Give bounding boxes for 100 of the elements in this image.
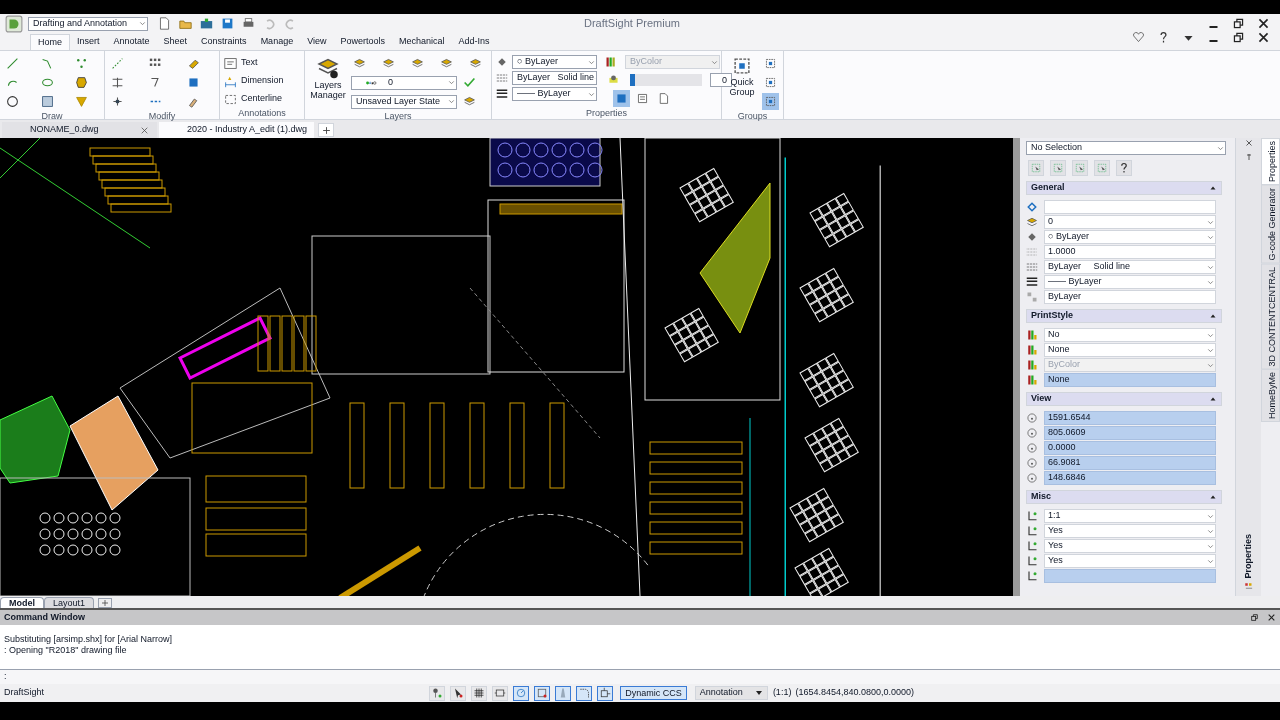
side-tab[interactable]: Properties bbox=[1261, 138, 1280, 186]
group-toggle-button[interactable] bbox=[762, 93, 779, 110]
app-logo-icon bbox=[5, 14, 23, 33]
ribbon-tab[interactable]: Sheet bbox=[156, 34, 195, 50]
hatch-icon bbox=[40, 95, 54, 108]
property-dropdown[interactable]: Yes bbox=[1044, 524, 1216, 538]
property-dropdown[interactable]: Yes bbox=[1044, 539, 1216, 553]
scale-icon bbox=[187, 76, 200, 89]
ribbon-tab[interactable]: Add-Ins bbox=[451, 34, 497, 50]
command-window-header: Command Window bbox=[0, 608, 1280, 625]
line-weight-dropdown[interactable]: —— ByLayer bbox=[512, 87, 597, 101]
property-dropdown[interactable]: ByLayer Solid line bbox=[1044, 260, 1216, 274]
side-tab[interactable]: HomeByMe bbox=[1261, 369, 1280, 423]
property-field[interactable]: 66.9081 bbox=[1044, 456, 1216, 470]
property-field[interactable] bbox=[1044, 200, 1216, 214]
property-field[interactable] bbox=[1044, 569, 1216, 583]
circle-toggle-button[interactable] bbox=[513, 685, 530, 701]
section-header[interactable]: View bbox=[1026, 392, 1222, 406]
section-header[interactable]: Misc bbox=[1026, 490, 1222, 504]
ribbon-tab[interactable]: Powertools bbox=[333, 34, 393, 50]
heart-icon bbox=[1132, 31, 1145, 44]
select-cycle-button[interactable] bbox=[1028, 160, 1044, 176]
help-button[interactable] bbox=[1116, 160, 1132, 176]
new-tab-button[interactable] bbox=[318, 123, 334, 137]
wedge-toggle-button[interactable] bbox=[555, 685, 572, 701]
ribbon-tab[interactable]: Insert bbox=[70, 34, 107, 50]
transparency-field[interactable]: 0 bbox=[710, 72, 732, 87]
color-filter-button[interactable] bbox=[613, 90, 630, 107]
property-field[interactable]: 1.0000 bbox=[1044, 245, 1216, 259]
circle-button[interactable] bbox=[4, 93, 21, 110]
ribbon-tab[interactable]: Manage bbox=[253, 34, 301, 50]
centerline-button[interactable]: Centerline bbox=[224, 91, 300, 107]
property-dropdown[interactable]: 1:1 bbox=[1044, 509, 1216, 523]
quick-select-button[interactable] bbox=[1094, 160, 1110, 176]
property-field[interactable]: 1591.6544 bbox=[1044, 411, 1216, 425]
property-dropdown[interactable]: ○ ByLayer bbox=[1044, 230, 1216, 244]
workspace-dropdown[interactable]: Drafting and Annotation bbox=[28, 16, 148, 31]
layers-manager-button[interactable]: Layers Manager bbox=[309, 55, 347, 110]
select-pointer-button[interactable] bbox=[1050, 160, 1066, 176]
group-label: Modify bbox=[148, 110, 176, 122]
property-icon bbox=[1026, 540, 1038, 552]
slider-thumb[interactable] bbox=[630, 73, 635, 86]
ribbon-tab[interactable]: Mechanical bbox=[392, 34, 452, 50]
color-dropdown[interactable]: ○ ByLayer bbox=[512, 55, 597, 69]
line-style-dropdown[interactable]: ByLayer Solid line bbox=[512, 71, 597, 85]
cursor-toggle-button[interactable] bbox=[450, 685, 467, 701]
circle-icon bbox=[6, 95, 19, 108]
property-field[interactable]: 805.0609 bbox=[1044, 426, 1216, 440]
property-icon bbox=[1026, 231, 1038, 243]
layer-state-dropdown[interactable]: Unsaved Layer State bbox=[351, 94, 457, 109]
grid-toggle-button[interactable] bbox=[471, 685, 488, 701]
command-input-field[interactable]: : bbox=[0, 670, 1280, 684]
annotation-scale-dropdown[interactable]: Annotation bbox=[694, 686, 768, 700]
snap-toggle-button[interactable] bbox=[534, 685, 551, 701]
side-tab[interactable]: G-code Generator bbox=[1261, 185, 1280, 264]
corner-toggle-button[interactable] bbox=[576, 685, 593, 701]
section-header[interactable]: PrintStyle bbox=[1026, 309, 1222, 323]
property-field[interactable]: 0.0000 bbox=[1044, 441, 1216, 455]
section-header[interactable]: General bbox=[1026, 181, 1222, 195]
close-icon bbox=[140, 125, 149, 135]
dimension-button[interactable]: Dimension bbox=[224, 73, 300, 89]
edit-group-icon bbox=[764, 76, 777, 89]
property-dropdown[interactable]: 0 bbox=[1044, 215, 1216, 229]
property-dropdown[interactable]: Yes bbox=[1044, 554, 1216, 568]
close-icon bbox=[1257, 17, 1270, 30]
vertical-scrollbar[interactable] bbox=[1013, 138, 1020, 596]
coordinates-label: (1654.8454,840.0800,0.0000) bbox=[795, 686, 914, 700]
transparency-slider[interactable] bbox=[630, 73, 702, 86]
ribbon-tab[interactable]: Home bbox=[30, 34, 70, 50]
property-icon bbox=[1026, 359, 1038, 371]
check-icon bbox=[463, 76, 476, 89]
footer-tab[interactable]: Properties bbox=[1241, 534, 1256, 579]
ribbon-tab[interactable]: View bbox=[300, 34, 334, 50]
layer-dropdown[interactable]: 0 bbox=[351, 75, 457, 90]
property-icon bbox=[1026, 374, 1038, 386]
frame-toggle-button[interactable] bbox=[492, 685, 509, 701]
property-field[interactable]: 148.6846 bbox=[1044, 471, 1216, 485]
property-icon bbox=[1026, 427, 1038, 439]
ribbon-tab[interactable]: Annotate bbox=[106, 34, 157, 50]
ribbon-tab[interactable]: Constraints bbox=[194, 34, 254, 50]
trim-icon bbox=[111, 76, 124, 89]
document-tab[interactable]: NONAME_0.dwg bbox=[2, 122, 157, 138]
dynamic-ccs-toggle[interactable]: Dynamic CCS bbox=[620, 686, 687, 700]
property-field[interactable]: ByLayer bbox=[1044, 290, 1216, 304]
color-bucket-icon bbox=[496, 56, 508, 68]
property-dropdown[interactable]: None bbox=[1044, 343, 1216, 357]
circle-icon bbox=[515, 687, 528, 699]
collapse-icon bbox=[1209, 312, 1217, 320]
selection-dropdown[interactable]: No Selection bbox=[1026, 141, 1226, 155]
new-file-icon bbox=[158, 17, 171, 30]
side-tab[interactable]: 3D CONTENTCENTRAL bbox=[1261, 263, 1280, 370]
property-field[interactable]: None bbox=[1044, 373, 1216, 387]
property-dropdown[interactable]: —— ByLayer bbox=[1044, 275, 1216, 289]
property-dropdown[interactable]: No bbox=[1044, 328, 1216, 342]
box-toggle-button[interactable] bbox=[597, 685, 614, 701]
select-window-button[interactable] bbox=[1072, 160, 1088, 176]
text-button[interactable]: Text bbox=[224, 55, 300, 71]
pin-toggle-button[interactable] bbox=[429, 685, 446, 701]
new-layout-button[interactable] bbox=[98, 598, 113, 608]
document-tab[interactable]: 2020 - Industry A_edit (1).dwg bbox=[159, 122, 314, 138]
